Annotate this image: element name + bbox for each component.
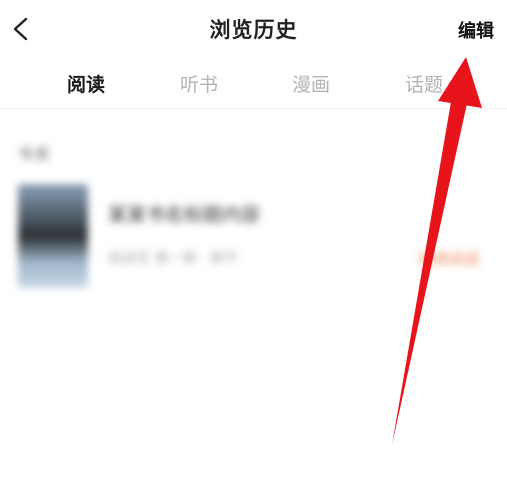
tab-topic[interactable]: 话题 xyxy=(405,70,443,97)
continue-reading-button[interactable]: 继续阅读 xyxy=(419,248,479,269)
tab-comic[interactable]: 漫画 xyxy=(292,70,330,97)
category-tabs: 阅读 听书 漫画 话题 xyxy=(0,62,507,108)
date-section-label: 今天 xyxy=(18,145,51,164)
top-bar: 浏览历史 编辑 xyxy=(0,0,507,62)
edit-button[interactable]: 编辑 xyxy=(458,17,494,43)
book-cover xyxy=(18,184,88,288)
tab-audiobook[interactable]: 听书 xyxy=(180,70,218,97)
page-title: 浏览历史 xyxy=(209,18,298,42)
book-title: 某某书名标题内容 xyxy=(108,204,261,226)
tab-read[interactable]: 阅读 xyxy=(67,70,105,97)
tab-divider xyxy=(0,108,507,109)
history-list-item[interactable]: 某某书名标题内容 阅读至 第一章 · 章节 继续阅读 xyxy=(0,178,507,296)
book-progress: 阅读至 第一章 · 章节 xyxy=(108,251,238,267)
